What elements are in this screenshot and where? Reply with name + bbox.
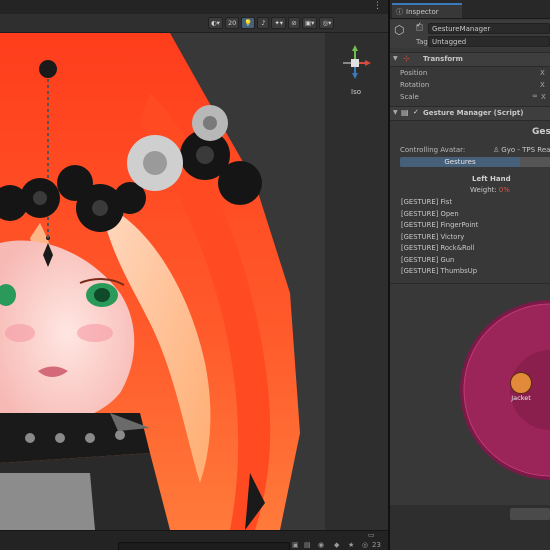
expand-arrow-icon: ▼ bbox=[393, 55, 398, 62]
object-name-field[interactable]: GestureManager bbox=[428, 23, 550, 34]
radial-footer-bar bbox=[390, 505, 550, 550]
tab-inspector[interactable]: ⓘ Inspector bbox=[392, 3, 462, 18]
gesture-item[interactable]: [GESTURE] ThumbsUp bbox=[401, 267, 477, 275]
lighting-toggle-icon[interactable]: 💡 bbox=[241, 17, 256, 29]
gesture-manager-title: Gesture Manager (Script) bbox=[423, 109, 524, 117]
shading-mode-icon[interactable]: ◐▾ bbox=[208, 17, 223, 29]
controlling-avatar-label: Controlling Avatar: bbox=[400, 146, 466, 154]
transform-header[interactable]: ▼ ⊹ Transform bbox=[390, 52, 550, 67]
transform-icon: ⊹ bbox=[403, 54, 410, 63]
avatar-render bbox=[0, 33, 325, 530]
grid-size-field[interactable]: 20 bbox=[224, 17, 240, 29]
gesture-manager-header[interactable]: ▼ ▤ ✓ Gesture Manager (Script) bbox=[390, 106, 550, 121]
scene-status-bar: ▣ ▤ ◉ ◆ ★ ◎ 23 ▭ bbox=[0, 530, 388, 550]
camera-settings-icon[interactable]: ▣▾ bbox=[302, 17, 318, 29]
scene-viewport[interactable] bbox=[0, 33, 325, 530]
hand-title: Left Hand bbox=[472, 175, 511, 183]
object-header: ⬡ ✓ GestureManager Tag Untagged bbox=[390, 20, 550, 48]
tag-label: Tag bbox=[416, 38, 428, 46]
info-icon: ⓘ bbox=[396, 7, 403, 16]
gizmo-count-icon: ◎ bbox=[362, 541, 369, 549]
jacket-icon bbox=[510, 372, 532, 394]
expand-arrow-icon: ▼ bbox=[393, 109, 398, 116]
collapse-panel-icon[interactable]: ▭ bbox=[368, 531, 375, 539]
gizmo-count: 23 bbox=[372, 541, 381, 549]
weight-display: Weight: 0% bbox=[470, 186, 510, 194]
axis-gizmo-icon[interactable] bbox=[325, 41, 388, 111]
gesture-item[interactable]: [GESTURE] FingerPoint bbox=[401, 221, 478, 229]
scale-label: Scale bbox=[400, 93, 419, 101]
tab-gestures-label: Gestures bbox=[444, 158, 476, 166]
gesture-item[interactable]: [GESTURE] Rock&Roll bbox=[401, 244, 474, 252]
inspector-tab-label: Inspector bbox=[406, 7, 439, 16]
gesture-item[interactable]: [GESTURE] Victory bbox=[401, 233, 464, 241]
jacket-label: Jacket bbox=[511, 394, 531, 402]
check-mark-icon: ✓ bbox=[416, 21, 422, 29]
gesture-manager-banner: Gest bbox=[532, 127, 550, 137]
scene-title-bar: ⋮ bbox=[0, 0, 388, 15]
weight-label: Weight: bbox=[470, 186, 497, 194]
footer-button[interactable] bbox=[510, 508, 550, 520]
rotation-label: Rotation bbox=[400, 81, 430, 89]
cube-icon: ⬡ bbox=[394, 23, 405, 37]
tag-icon[interactable]: ◆ bbox=[334, 541, 339, 549]
audio-toggle-icon[interactable]: ♪ bbox=[257, 17, 270, 29]
iso-label[interactable]: Iso bbox=[351, 88, 361, 96]
position-label: Position bbox=[400, 69, 428, 77]
viewport-margin: Iso bbox=[325, 33, 388, 530]
star-icon[interactable]: ★ bbox=[348, 541, 354, 549]
gizmos-toggle-icon[interactable]: ◎▾ bbox=[319, 17, 335, 29]
transform-title: Transform bbox=[423, 55, 463, 63]
scene-toolbar: ◐▾ 20 💡 ♪ ✦▾ ⊘ ▣▾ ◎▾ bbox=[0, 14, 388, 33]
scene-search-field[interactable] bbox=[118, 542, 290, 550]
image-icon[interactable]: ▣ bbox=[292, 541, 299, 549]
gesture-item[interactable]: [GESTURE] Gun bbox=[401, 256, 454, 264]
tab-gestures[interactable]: Gestures bbox=[400, 157, 520, 167]
position-x-field[interactable]: X bbox=[540, 69, 545, 77]
controlling-avatar-field[interactable]: ♙ Gyo - TPS Read bbox=[490, 144, 550, 155]
hidden-objects-icon[interactable]: ⊘ bbox=[288, 17, 301, 29]
gesture-item[interactable]: [GESTURE] Fist bbox=[401, 198, 452, 206]
script-icon: ▤ bbox=[401, 108, 409, 117]
inspector-panel: ⓘ Inspector ⬡ ✓ GestureManager Tag Untag… bbox=[390, 0, 550, 550]
gesture-item[interactable]: [GESTURE] Open bbox=[401, 210, 459, 218]
avatar-icon: ♙ bbox=[493, 145, 500, 154]
scene-menu-icon[interactable]: ⋮ bbox=[373, 1, 382, 11]
scene-view[interactable]: ⋮ ◐▾ 20 💡 ♪ ✦▾ ⊘ ▣▾ ◎▾ Iso ▣ ▤ ◉ ◆ ★ ◎ 2… bbox=[0, 0, 388, 550]
tab-secondary[interactable] bbox=[520, 157, 550, 167]
effects-toggle-icon[interactable]: ✦▾ bbox=[271, 17, 287, 29]
inspector-tab-bar: ⓘ Inspector bbox=[390, 0, 550, 19]
controlling-avatar-value: Gyo - TPS Read bbox=[501, 145, 550, 154]
rotation-x-field[interactable]: X bbox=[540, 81, 545, 89]
tag-dropdown[interactable]: Untagged bbox=[428, 36, 550, 47]
weight-value: 0% bbox=[498, 186, 510, 194]
visibility-icon[interactable]: ◉ bbox=[318, 541, 324, 549]
component-enabled-check-icon[interactable]: ✓ bbox=[413, 108, 419, 116]
radial-item-jacket[interactable]: Jacket bbox=[506, 372, 536, 408]
constrain-proportions-icon[interactable]: ∞ bbox=[532, 92, 538, 100]
layers-icon[interactable]: ▤ bbox=[304, 541, 311, 549]
scale-x-field[interactable]: X bbox=[541, 93, 546, 101]
section-separator bbox=[390, 283, 550, 284]
